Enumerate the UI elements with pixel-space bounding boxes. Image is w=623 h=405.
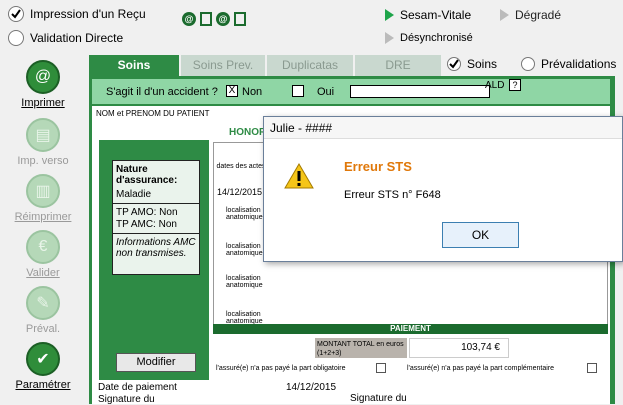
ald-help-button[interactable]: ?	[509, 79, 521, 91]
prevalidations-label: Prévalidations	[541, 57, 617, 71]
patient-label: NOM et PRENOM DU PATIENT	[96, 109, 210, 118]
bookmark-icon-2	[234, 12, 246, 26]
top-bar: Impression d'un Reçu Validation Directe …	[0, 0, 623, 52]
card-icons: @ @	[182, 12, 246, 26]
parametrer-button[interactable]: ✔ Paramétrer	[0, 342, 86, 391]
signature-label-2: Signature du	[350, 393, 407, 404]
preval-button[interactable]: ✎ Préval.	[0, 286, 86, 335]
non-checkbox[interactable]: X	[226, 85, 238, 97]
degrade-label: Dégradé	[515, 8, 562, 22]
printer-icon: @	[26, 60, 60, 94]
dialog-heading: Erreur STS	[344, 159, 412, 174]
soins-checked-icon[interactable]	[447, 57, 461, 71]
reimprimer-label: Réimprimer	[14, 211, 72, 223]
tp-amc: TP AMC: Non	[113, 218, 199, 234]
nature-label: Nature d'assurance:	[116, 164, 178, 186]
accident-question: S'agit il d'un accident ?	[106, 86, 218, 98]
desync-label: Désynchronisé	[400, 32, 473, 44]
play-icon	[385, 9, 394, 21]
ald-label: ALD	[485, 80, 505, 91]
impression-checkbox-icon[interactable]	[8, 6, 24, 22]
date-cell: 14/12/2015	[217, 187, 263, 197]
tab-bar: Soins Soins Prev. Duplicatas DRE Soins P…	[89, 55, 623, 76]
settings-icon: ✔	[26, 342, 60, 376]
play-gray-icon	[500, 9, 509, 21]
vitale-card-icon: @	[182, 12, 196, 26]
modifier-button[interactable]: Modifier	[116, 353, 196, 372]
valider-label: Valider	[26, 267, 60, 279]
date-paiement-label: Date de paiement	[98, 382, 177, 393]
validation-label: Validation Directe	[30, 31, 124, 45]
sesam-vitale-mode[interactable]: Sesam-Vitale	[385, 8, 471, 22]
insurance-box: Nature d'assurance: Maladie TP AMO: Non …	[112, 160, 200, 275]
imp-verso-label: Imp. verso	[17, 155, 69, 167]
obligatoire-checkbox[interactable]	[376, 363, 386, 373]
bookmark-icon	[200, 12, 212, 26]
play-gray-icon-2	[385, 32, 394, 44]
error-dialog: Julie - #### Erreur STS Erreur STS n° F6…	[263, 116, 623, 262]
left-toolbar: @ Imprimer ▤ Imp. verso ▥ Réimprimer € V…	[0, 52, 86, 404]
date-paiement-value: 14/12/2015	[286, 382, 337, 393]
complementaire-checkbox[interactable]	[587, 363, 597, 373]
tab-soins-prev[interactable]: Soins Prev.	[181, 55, 265, 76]
accident-row: S'agit il d'un accident ? X Non Oui ALD …	[92, 79, 610, 104]
tab-duplicatas[interactable]: Duplicatas	[267, 55, 353, 76]
preval-label: Préval.	[25, 323, 61, 335]
dialog-message: Erreur STS n° F648	[344, 189, 441, 201]
tab-dre[interactable]: DRE	[355, 55, 441, 76]
paiement-header: PAIEMENT	[213, 324, 608, 334]
ok-button[interactable]: OK	[442, 222, 519, 248]
warning-icon	[284, 163, 314, 192]
dates-label: dates des actes	[216, 163, 266, 170]
reimprimer-button[interactable]: ▥ Réimprimer	[0, 174, 86, 223]
localisation-4: localisation anatomique	[226, 311, 263, 325]
prevalidations-radio[interactable]: Prévalidations	[521, 57, 616, 71]
impression-label: Impression d'un Reçu	[30, 7, 146, 21]
localisation-3: localisation anatomique	[226, 275, 263, 289]
soins-radio[interactable]: Soins	[447, 57, 497, 71]
validation-checkbox-icon[interactable]	[8, 30, 24, 46]
impression-recu-option[interactable]: Impression d'un Reçu	[8, 6, 146, 22]
complementaire-label: l'assuré(e) n'a pas payé la part complém…	[407, 365, 555, 372]
degrade-mode[interactable]: Dégradé	[500, 8, 561, 22]
montant-value: 103,74 €	[409, 338, 509, 358]
tab-soins[interactable]: Soins	[89, 55, 179, 76]
bottom-section: Date de paiement 14/12/2015 Signature du…	[92, 380, 610, 405]
maladie-value: Maladie	[113, 189, 199, 204]
imprimer-label: Imprimer	[21, 97, 65, 109]
oui-checkbox[interactable]	[292, 85, 304, 97]
imprimer-button[interactable]: @ Imprimer	[0, 60, 86, 109]
document-icon: ✎	[26, 286, 60, 320]
montant-label: MONTANT TOTAL en euros (1+2+3)	[315, 338, 407, 358]
soins-radio-label: Soins	[467, 57, 498, 71]
obligatoire-label: l'assuré(e) n'a pas payé la part obligat…	[216, 365, 346, 372]
printer-verso-icon: ▤	[26, 118, 60, 152]
desync-mode[interactable]: Désynchronisé	[385, 32, 473, 44]
oui-label: Oui	[317, 86, 335, 98]
parametrer-label: Paramétrer	[15, 379, 71, 391]
amc-info: Informations AMC non transmises.	[116, 237, 196, 259]
non-label: Non	[242, 86, 263, 98]
reprint-icon: ▥	[26, 174, 60, 208]
valider-button[interactable]: € Valider	[0, 230, 86, 279]
prevalidations-radio-icon[interactable]	[521, 57, 535, 71]
signature-label: Signature du	[98, 394, 155, 405]
accident-date-field[interactable]	[350, 85, 490, 98]
vitale-card-icon-2: @	[216, 12, 230, 26]
validation-directe-option[interactable]: Validation Directe	[8, 30, 123, 46]
imp-verso-button[interactable]: ▤ Imp. verso	[0, 118, 86, 167]
sesam-label: Sesam-Vitale	[400, 8, 472, 22]
tp-amo: TP AMO: Non	[116, 207, 178, 218]
dialog-title: Julie - ####	[264, 117, 622, 139]
money-icon: €	[26, 230, 60, 264]
